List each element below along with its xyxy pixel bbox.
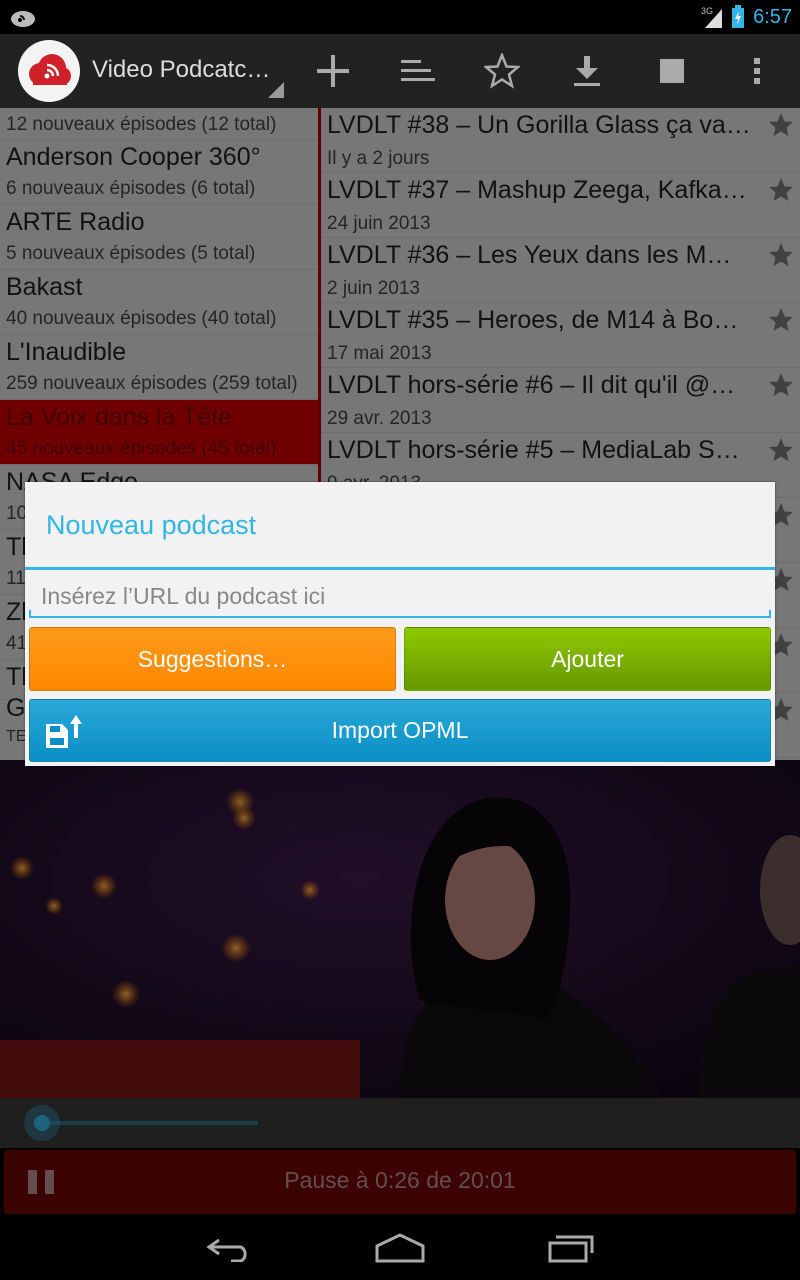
import-file-icon [46, 715, 82, 748]
suggestions-button[interactable]: Suggestions… [29, 627, 396, 691]
app-logo-icon[interactable] [18, 40, 80, 102]
download-icon[interactable] [564, 48, 610, 94]
back-icon[interactable] [200, 1230, 260, 1266]
import-opml-button[interactable]: Import OPML [29, 699, 771, 762]
network-type: 3G [701, 6, 713, 16]
dialog-title: Nouveau podcast [46, 510, 257, 540]
status-bar: 3G 6:57 [0, 0, 800, 34]
import-opml-button-label: Import OPML [331, 717, 469, 743]
star-icon[interactable] [479, 48, 525, 94]
recent-apps-icon[interactable] [540, 1230, 600, 1266]
overflow-menu-icon[interactable] [734, 48, 780, 94]
spinner-indicator-icon [268, 82, 284, 98]
suggestions-button-label: Suggestions… [137, 645, 288, 672]
add-button-label: Ajouter [551, 645, 624, 672]
input-underline [29, 610, 771, 618]
sort-icon[interactable] [394, 48, 440, 94]
podcast-filter-spinner[interactable]: Video Podcatc… [92, 56, 272, 84]
system-navigation-bar [0, 1216, 800, 1280]
clock: 6:57 [753, 5, 792, 28]
new-podcast-dialog: Nouveau podcast Suggestions… Ajouter Imp… [25, 482, 775, 766]
add-button[interactable]: Ajouter [404, 627, 771, 691]
podcast-notification-icon [11, 11, 35, 27]
stop-icon[interactable] [649, 48, 695, 94]
status-icons: 3G 6:57 [701, 0, 792, 34]
battery-charging-icon [732, 5, 745, 28]
signal-icon: 3G [701, 6, 723, 28]
add-icon[interactable] [310, 48, 356, 94]
home-icon[interactable] [370, 1230, 430, 1266]
action-bar: Video Podcatc… [0, 34, 800, 108]
podcast-url-input[interactable] [29, 574, 771, 618]
dialog-title-divider [25, 567, 775, 570]
